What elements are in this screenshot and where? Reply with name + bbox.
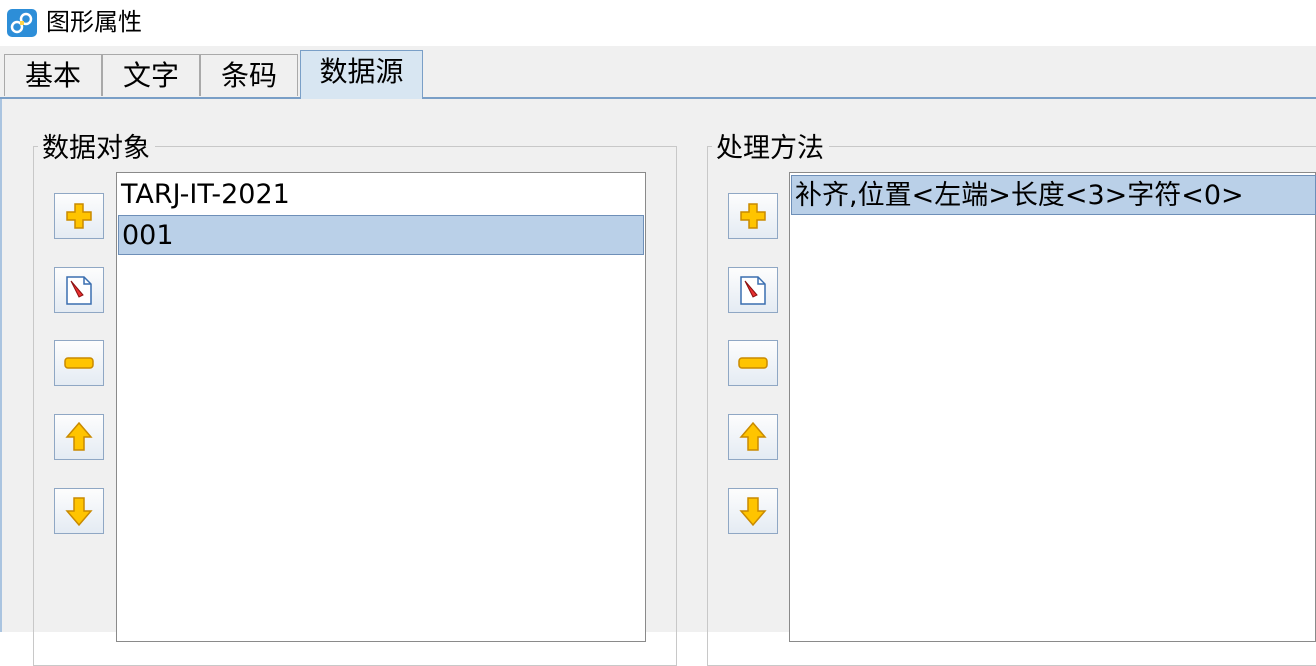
move-up-icon: [739, 421, 767, 451]
title-bar: 图形属性: [0, 0, 1316, 46]
tab-data-source[interactable]: 数据源: [300, 50, 423, 99]
tab-basic[interactable]: 基本: [4, 54, 102, 96]
data-objects-list[interactable]: TARJ-IT-2021 001: [116, 172, 646, 642]
edit-icon: [740, 276, 766, 305]
remove-data-object-button[interactable]: [54, 340, 104, 386]
move-data-object-up-button[interactable]: [54, 414, 104, 460]
list-item[interactable]: TARJ-IT-2021: [118, 175, 644, 215]
edit-icon: [66, 276, 92, 305]
move-down-icon: [65, 497, 93, 527]
window-title: 图形属性: [46, 8, 142, 36]
remove-method-button[interactable]: [728, 340, 778, 386]
add-icon: [740, 203, 766, 229]
tab-text[interactable]: 文字: [102, 54, 200, 96]
list-item-selected[interactable]: 补齐,位置<左端>长度<3>字符<0>: [791, 175, 1316, 215]
move-up-icon: [65, 421, 93, 451]
remove-icon: [64, 357, 94, 369]
app-logo-icon: [7, 9, 37, 37]
add-icon: [66, 203, 92, 229]
move-down-icon: [739, 497, 767, 527]
processing-methods-label: 处理方法: [712, 133, 829, 165]
processing-methods-list[interactable]: 补齐,位置<左端>长度<3>字符<0>: [789, 172, 1316, 642]
add-data-object-button[interactable]: [54, 193, 104, 239]
tab-barcode[interactable]: 条码: [200, 54, 298, 96]
list-item-selected[interactable]: 001: [118, 215, 644, 255]
move-method-up-button[interactable]: [728, 414, 778, 460]
add-method-button[interactable]: [728, 193, 778, 239]
move-data-object-down-button[interactable]: [54, 488, 104, 534]
move-method-down-button[interactable]: [728, 488, 778, 534]
remove-icon: [738, 357, 768, 369]
edit-method-button[interactable]: [728, 267, 778, 313]
data-objects-label: 数据对象: [38, 133, 155, 165]
edit-data-object-button[interactable]: [54, 267, 104, 313]
